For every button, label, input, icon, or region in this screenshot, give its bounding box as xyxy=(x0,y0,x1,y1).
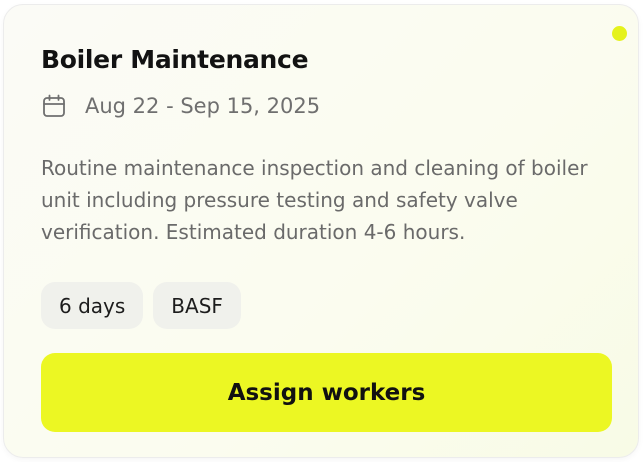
assign-workers-button[interactable]: Assign workers xyxy=(41,353,612,432)
task-card: Boiler Maintenance Aug 22 - Sep 15, 2025… xyxy=(3,4,639,458)
task-description: Routine maintenance inspection and clean… xyxy=(41,156,588,244)
date-range-row: Aug 22 - Sep 15, 2025 xyxy=(41,91,320,121)
calendar-icon xyxy=(43,94,65,117)
tag-client: BASF xyxy=(153,282,241,329)
tag-duration: 6 days xyxy=(41,282,144,329)
date-range: Aug 22 - Sep 15, 2025 xyxy=(85,94,321,118)
status-dot xyxy=(612,26,627,41)
tag-list: 6 days BASF xyxy=(41,282,241,329)
task-title: Boiler Maintenance xyxy=(41,45,309,74)
